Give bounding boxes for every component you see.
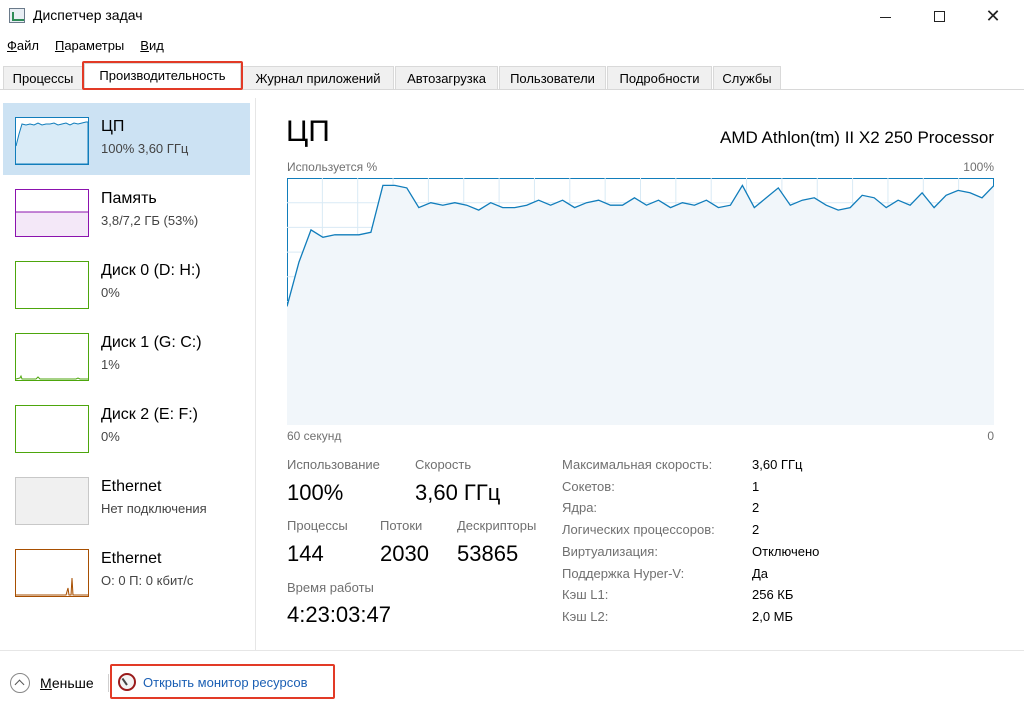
page-title: ЦП: [286, 115, 330, 148]
sidebar-item-value: Нет подключения: [101, 501, 207, 516]
resource-sidebar: ЦП 100% 3,60 ГГц Память 3,8/7,2 ГБ (53%)…: [0, 98, 255, 650]
sidebar-item-value: 100% 3,60 ГГц: [101, 141, 189, 156]
sidebar-item-disk2[interactable]: Диск 2 (E: F:) 0%: [3, 391, 250, 463]
detail-key: Логических процессоров:: [562, 522, 715, 537]
sidebar-item-memory[interactable]: Память 3,8/7,2 ГБ (53%): [3, 175, 250, 247]
menu-file[interactable]: Файл: [0, 34, 47, 56]
menu-bar: Файл Параметры Вид: [0, 34, 1024, 56]
uptime-value: 4:23:03:47: [287, 602, 391, 627]
detail-key: Кэш L1:: [562, 587, 609, 602]
memory-thumbnail-graph: [16, 211, 88, 236]
threads-label: Потоки: [380, 518, 423, 533]
handles-label: Дескрипторы: [457, 518, 537, 533]
cpu-thumbnail: [15, 117, 89, 165]
cpu-usage-area: [287, 185, 994, 425]
detail-value: 256 КБ: [752, 587, 794, 602]
open-resource-monitor-link[interactable]: Открыть монитор ресурсов: [143, 675, 307, 690]
detail-value: Отключено: [752, 544, 820, 559]
sidebar-item-disk0[interactable]: Диск 0 (D: H:) 0%: [3, 247, 250, 319]
sidebar-item-value: 3,8/7,2 ГБ (53%): [101, 213, 199, 228]
sidebar-item-ethernet[interactable]: Ethernet О: 0 П: 0 кбит/с: [3, 535, 250, 607]
title-bar: Диспетчер задач ✕: [0, 0, 1024, 32]
detail-value: Да: [752, 566, 769, 581]
sidebar-item-disk1[interactable]: Диск 1 (G: C:) 1%: [3, 319, 250, 391]
pane-divider: [255, 98, 256, 650]
disk0-thumbnail: [15, 261, 89, 309]
processes-value: 144: [287, 541, 324, 566]
disk1-thumbnail-graph: [16, 374, 88, 380]
detail-value: 2: [752, 522, 760, 537]
cpu-usage-graph: [287, 178, 994, 425]
detail-key: Ядра:: [562, 500, 598, 515]
detail-key: Поддержка Hyper-V:: [562, 566, 685, 581]
cpu-thumbnail-graph: [16, 121, 88, 164]
tab-app-history[interactable]: Журнал приложений: [242, 66, 394, 89]
menu-options[interactable]: Параметры: [47, 34, 132, 56]
handles-value: 53865: [457, 541, 519, 566]
detail-key: Кэш L2:: [562, 609, 609, 624]
processes-label: Процессы: [287, 518, 348, 533]
sidebar-item-label: Диск 1 (G: C:): [101, 334, 202, 351]
sidebar-item-label: Диск 0 (D: H:): [101, 262, 201, 279]
footer-divider: [0, 650, 1024, 651]
task-manager-icon: [9, 8, 25, 23]
chevron-up-icon[interactable]: [10, 673, 30, 693]
menu-view[interactable]: Вид: [132, 34, 172, 56]
resource-monitor-icon[interactable]: [118, 673, 136, 691]
ethernet2-thumbnail-graph: [16, 577, 88, 596]
disk2-thumbnail: [15, 405, 89, 453]
detail-key: Сокетов:: [562, 479, 615, 494]
processor-name: AMD Athlon(tm) II X2 250 Processor: [720, 128, 994, 147]
detail-value: 2: [752, 500, 760, 515]
disk1-thumbnail: [15, 333, 89, 381]
sidebar-item-label: Диск 2 (E: F:): [101, 406, 198, 423]
minimize-icon: [879, 16, 891, 18]
sidebar-item-value: О: 0 П: 0 кбит/с: [101, 573, 194, 588]
sidebar-item-label: Ethernet: [101, 550, 162, 567]
minimize-button[interactable]: [862, 0, 908, 32]
sidebar-item-value: 0%: [101, 429, 120, 444]
usage-value: 100%: [287, 480, 344, 505]
graph-time-label: 60 секунд: [287, 429, 342, 443]
speed-value: 3,60 ГГц: [415, 480, 501, 505]
footer-separator: [108, 674, 109, 692]
detail-value: 2,0 МБ: [752, 609, 794, 624]
close-button[interactable]: ✕: [970, 0, 1016, 32]
tab-details[interactable]: Подробности: [607, 66, 712, 89]
sidebar-item-value: 0%: [101, 285, 120, 300]
ethernet2-thumbnail: [15, 549, 89, 597]
sidebar-item-label: Память: [101, 190, 157, 207]
memory-thumbnail: [15, 189, 89, 237]
graph-label: Используется %: [287, 160, 378, 174]
tab-startup[interactable]: Автозагрузка: [395, 66, 498, 89]
sidebar-item-cpu[interactable]: ЦП 100% 3,60 ГГц: [3, 103, 250, 175]
close-icon: ✕: [985, 6, 1001, 26]
maximize-icon: [933, 10, 945, 22]
sidebar-item-label: ЦП: [101, 118, 125, 135]
graph-zero-label: 0: [987, 429, 994, 443]
detail-value: 3,60 ГГц: [752, 457, 803, 472]
threads-value: 2030: [380, 541, 429, 566]
tab-services[interactable]: Службы: [713, 66, 781, 89]
uptime-label: Время работы: [287, 580, 374, 595]
ethernet1-thumbnail: [15, 477, 89, 525]
tab-performance[interactable]: Производительность: [84, 63, 241, 90]
graph-max-label: 100%: [963, 160, 994, 174]
sidebar-item-value: 1%: [101, 357, 120, 372]
window-title: Диспетчер задач: [33, 7, 143, 23]
detail-value: 1: [752, 479, 760, 494]
tab-strip: Процессы Производительность Журнал прило…: [0, 63, 1024, 90]
speed-label: Скорость: [415, 457, 472, 472]
maximize-button[interactable]: [916, 0, 962, 32]
detail-key: Виртуализация:: [562, 544, 658, 559]
sidebar-item-label: Ethernet: [101, 478, 162, 495]
sidebar-item-ethernet-disconnected[interactable]: Ethernet Нет подключения: [3, 463, 250, 535]
tab-processes[interactable]: Процессы: [3, 66, 83, 89]
usage-label: Использование: [287, 457, 380, 472]
detail-key: Максимальная скорость:: [562, 457, 713, 472]
fewer-details-button[interactable]: Меньше: [40, 675, 94, 691]
tab-users[interactable]: Пользователи: [499, 66, 606, 89]
